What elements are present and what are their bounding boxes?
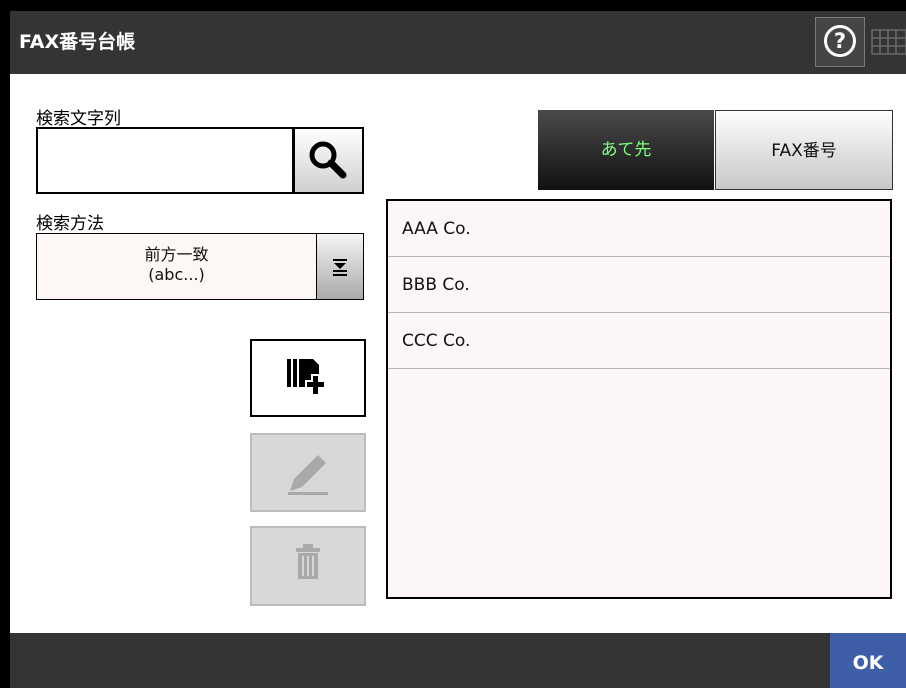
help-button[interactable]: ? xyxy=(815,17,865,67)
method-label: 検索方法 xyxy=(36,214,104,234)
ok-button[interactable]: OK xyxy=(830,633,906,688)
pencil-icon xyxy=(288,455,328,495)
method-value-line1: 前方一致 xyxy=(144,245,209,264)
add-entry-button[interactable] xyxy=(250,339,366,417)
window-title: FAX番号台帳 xyxy=(19,31,136,53)
search-input[interactable] xyxy=(36,127,294,194)
keyboard-button[interactable] xyxy=(868,17,906,67)
list-item[interactable]: AAA Co. xyxy=(388,201,890,257)
app-window: FAX番号台帳 ? 検索文字列 検索方法 前方一致 (abc...) あて先 F… xyxy=(10,11,906,688)
method-value-line2: (abc...) xyxy=(148,265,205,284)
dropdown-icon xyxy=(333,259,347,276)
keyboard-icon xyxy=(871,29,906,55)
tab-destination[interactable]: あて先 xyxy=(538,110,714,190)
add-entry-icon xyxy=(287,359,326,396)
search-label: 検索文字列 xyxy=(36,109,121,129)
tab-fax-number[interactable]: FAX番号 xyxy=(715,110,893,190)
method-dropdown-button[interactable] xyxy=(316,233,364,300)
magnifier-icon xyxy=(309,141,347,179)
search-button[interactable] xyxy=(294,127,364,194)
address-list: AAA Co. BBB Co. CCC Co. xyxy=(386,199,892,599)
edit-entry-button xyxy=(250,433,366,512)
search-method-select[interactable]: 前方一致 (abc...) xyxy=(36,233,316,300)
title-bar: FAX番号台帳 ? xyxy=(10,11,906,74)
list-item[interactable]: CCC Co. xyxy=(388,313,890,369)
help-icon: ? xyxy=(824,25,856,57)
bottom-bar: OK xyxy=(10,633,906,688)
list-item[interactable]: BBB Co. xyxy=(388,257,890,313)
trash-icon xyxy=(296,544,320,579)
delete-entry-button xyxy=(250,526,366,606)
